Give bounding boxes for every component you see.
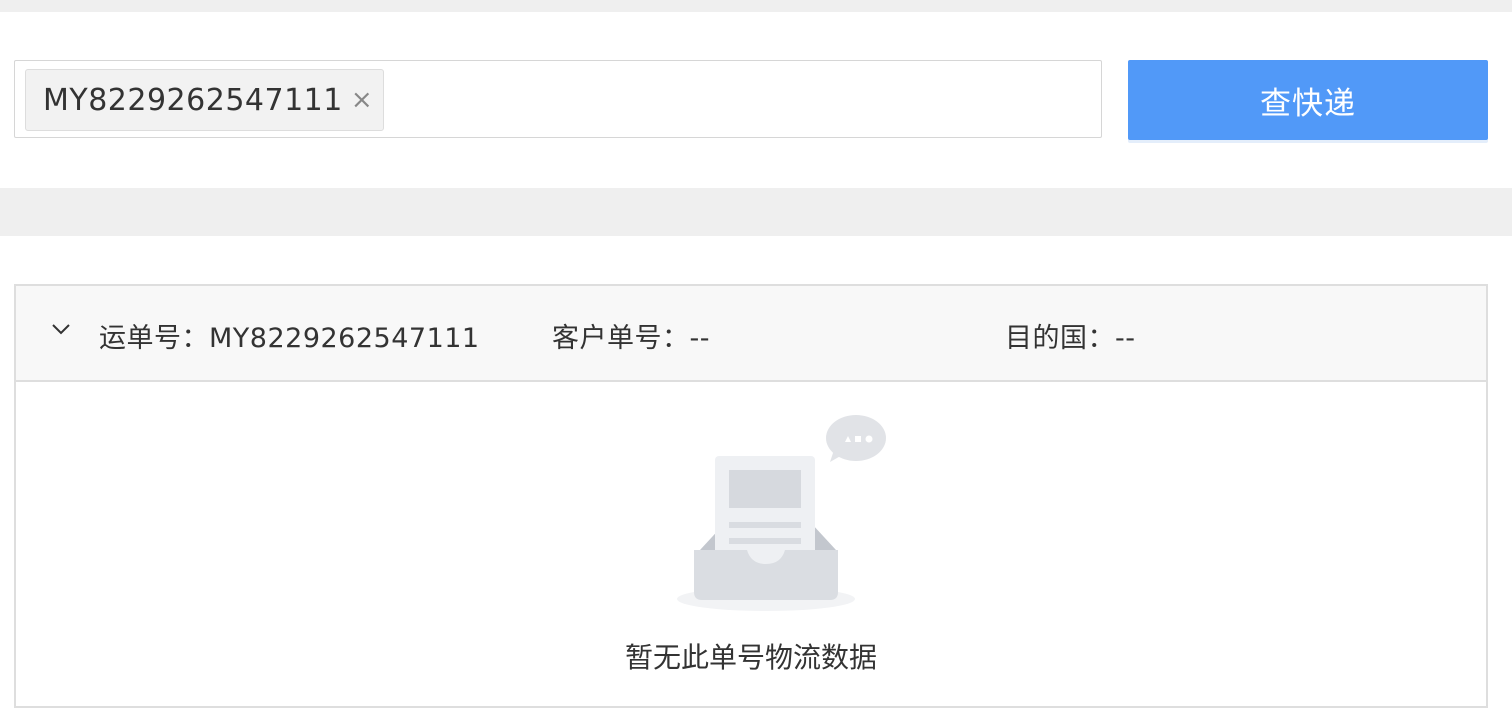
query-express-button[interactable]: 查快递 [1128, 60, 1488, 140]
tag-label: MY8229262547111 [43, 82, 343, 118]
empty-inbox-icon [677, 415, 886, 611]
section-divider [0, 188, 1512, 236]
tracking-number-input[interactable]: MY8229262547111 × [14, 60, 1102, 138]
empty-state-message: 暂无此单号物流数据 [624, 641, 877, 674]
destination-country: 目的国：-- [1005, 323, 1136, 354]
result-header[interactable]: 运单号：MY8229262547111 客户单号：-- 目的国：-- [16, 286, 1486, 382]
tracking-number-tag: MY8229262547111 × [25, 69, 384, 131]
chevron-down-icon[interactable] [50, 318, 72, 340]
top-strip [0, 0, 1512, 12]
waybill-number: 运单号：MY8229262547111 [99, 323, 480, 354]
tracking-result-panel: 运单号：MY8229262547111 客户单号：-- 目的国：-- 暂无此单号… [14, 284, 1488, 708]
tag-remove-icon[interactable]: × [351, 87, 373, 113]
customer-order-number: 客户单号：-- [552, 323, 710, 354]
